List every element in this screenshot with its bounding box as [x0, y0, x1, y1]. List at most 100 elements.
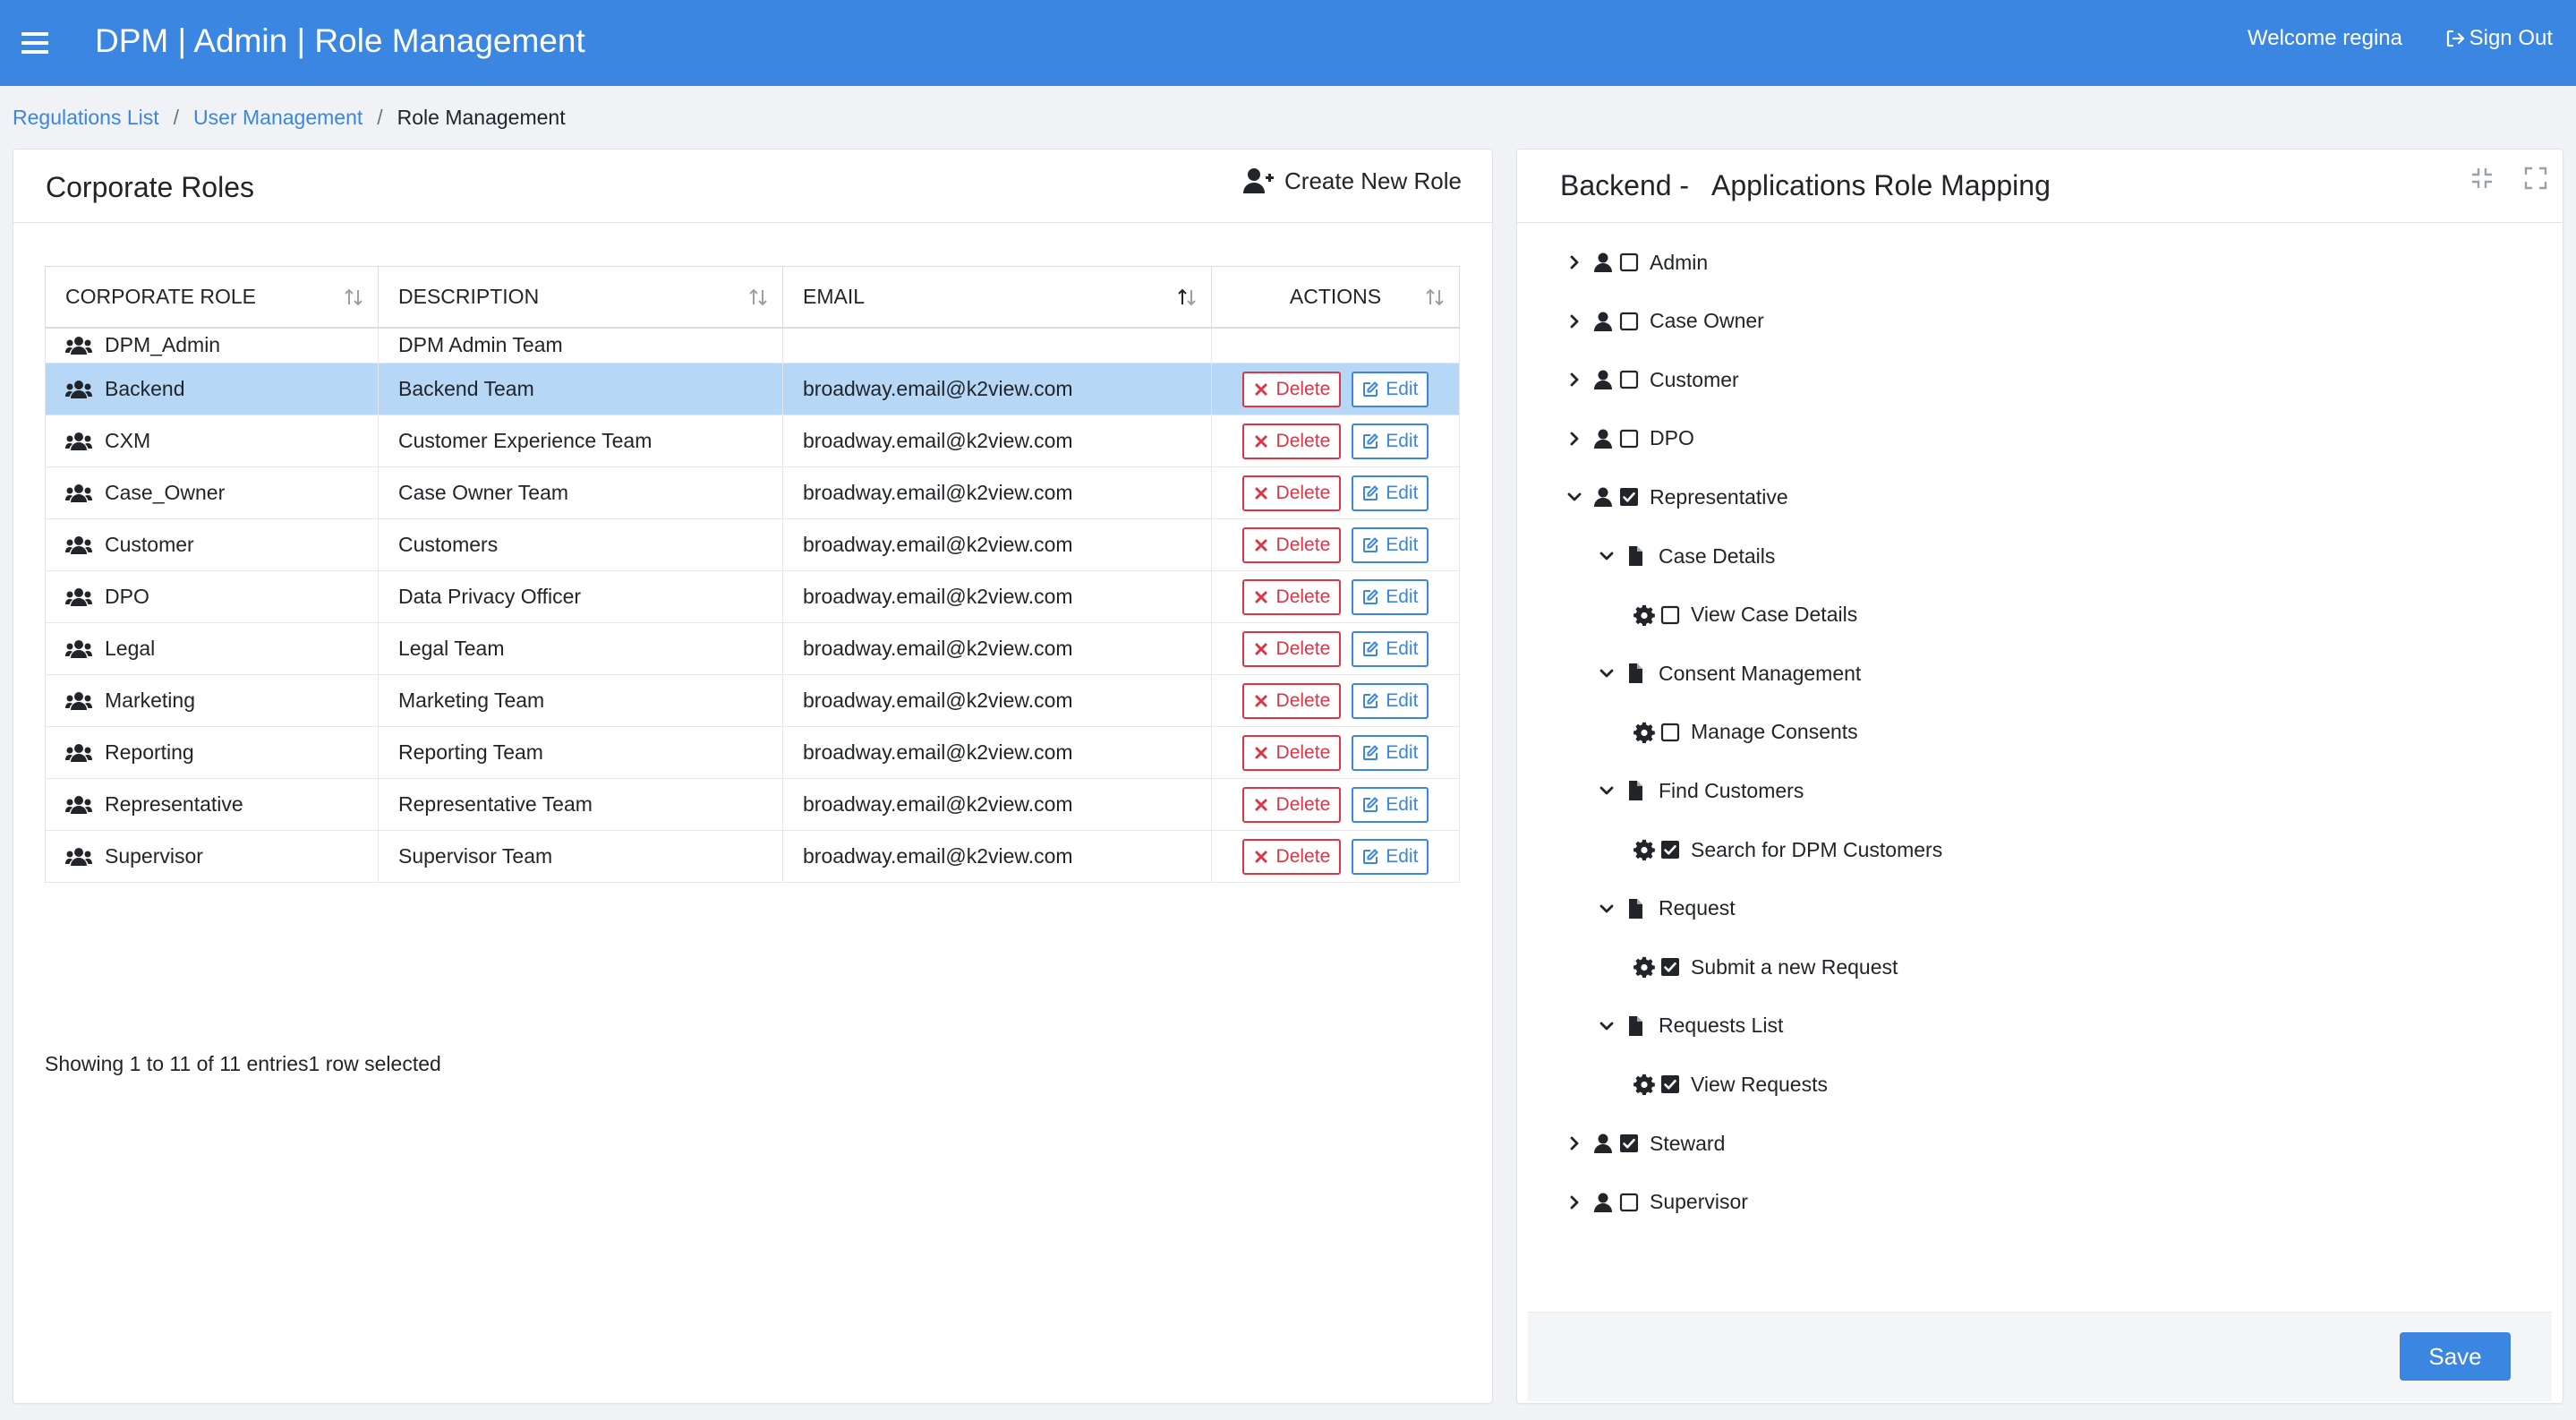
- cell-description: Legal Team: [378, 622, 783, 675]
- collapse-icon[interactable]: [2469, 166, 2495, 191]
- chevron-down-icon[interactable]: [1565, 488, 1583, 506]
- chevron-right-icon[interactable]: [1565, 253, 1583, 271]
- user-icon: [1594, 487, 1612, 508]
- table-row[interactable]: Backend Backend Team broadway.email@k2view…: [45, 363, 1460, 415]
- tree-node[interactable]: View Case Details: [1633, 597, 1857, 633]
- table-row[interactable]: Reporting Reporting Team broadway.email@k2…: [45, 726, 1460, 779]
- chevron-down-icon[interactable]: [1598, 547, 1616, 565]
- edit-button[interactable]: Edit: [1352, 734, 1429, 771]
- delete-button[interactable]: Delete: [1241, 786, 1342, 823]
- tree-node[interactable]: Steward: [1565, 1125, 1725, 1161]
- checkbox-checked-icon[interactable]: [1619, 1133, 1639, 1153]
- tree-node[interactable]: Search for DPM Customers: [1633, 832, 1942, 868]
- edit-button[interactable]: Edit: [1352, 630, 1429, 667]
- edit-button[interactable]: Edit: [1352, 838, 1429, 875]
- table-row[interactable]: Representative Representative Team broadwa…: [45, 778, 1460, 831]
- tree-node[interactable]: Customer: [1565, 362, 1739, 398]
- table-row[interactable]: DPO Data Privacy Officer broadway.email@k2…: [45, 570, 1460, 623]
- table-row[interactable]: DPM_Admin DPM Admin Team: [45, 327, 1460, 364]
- delete-button[interactable]: Delete: [1241, 526, 1342, 563]
- cell-role: DPM_Admin: [45, 327, 379, 364]
- cell-email: broadway.email@k2view.com: [782, 622, 1212, 675]
- expand-icon[interactable]: [2523, 166, 2548, 191]
- tree-node[interactable]: Supervisor: [1565, 1185, 1748, 1220]
- chevron-down-icon[interactable]: [1598, 900, 1616, 918]
- chevron-right-icon[interactable]: [1565, 312, 1583, 330]
- cell-email: broadway.email@k2view.com: [782, 570, 1212, 623]
- app-title: DPM | Admin | Role Management: [95, 22, 585, 59]
- column-header-corporate-role[interactable]: CORPORATE ROLE: [45, 266, 379, 329]
- table-row[interactable]: Case_Owner Case Owner Team broadway.email@…: [45, 466, 1460, 519]
- edit-icon: [1363, 640, 1379, 656]
- tree-node[interactable]: Find Customers: [1598, 773, 1804, 808]
- chevron-down-icon[interactable]: [1598, 782, 1616, 800]
- breadcrumb-user-management[interactable]: User Management: [193, 104, 363, 131]
- table-info: Showing 1 to 11 of 11 entries1 row selec…: [45, 1052, 441, 1075]
- tree-node[interactable]: Case Details: [1598, 538, 1775, 574]
- edit-button[interactable]: Edit: [1352, 682, 1429, 719]
- checkbox-unchecked-icon[interactable]: [1619, 429, 1639, 449]
- checkbox-unchecked-icon[interactable]: [1660, 723, 1680, 742]
- table-row[interactable]: Supervisor Supervisor Team broadway.email@…: [45, 830, 1460, 883]
- delete-button[interactable]: Delete: [1241, 371, 1342, 407]
- tree-node[interactable]: Consent Management: [1598, 655, 1861, 691]
- breadcrumb-regulations-list[interactable]: Regulations List: [13, 104, 159, 131]
- checkbox-unchecked-icon[interactable]: [1619, 312, 1639, 331]
- table-row[interactable]: Customer Customers broadway.email@k2view.c…: [45, 518, 1460, 571]
- chevron-right-icon[interactable]: [1565, 1193, 1583, 1211]
- tree-node[interactable]: Manage Consents: [1633, 714, 1858, 750]
- chevron-right-icon[interactable]: [1565, 1134, 1583, 1152]
- table-row[interactable]: CXM Customer Experience Team broadway.emai…: [45, 415, 1460, 467]
- edit-icon: [1363, 848, 1379, 864]
- tree-node[interactable]: Submit a new Request: [1633, 949, 1898, 985]
- cell-actions: Delete Edit: [1211, 415, 1460, 467]
- tree-node[interactable]: Requests List: [1598, 1008, 1783, 1044]
- sign-out-button[interactable]: Sign Out: [2444, 25, 2553, 52]
- cell-actions: Delete Edit: [1211, 363, 1460, 415]
- checkbox-checked-icon[interactable]: [1619, 487, 1639, 507]
- edit-button[interactable]: Edit: [1352, 526, 1429, 563]
- chevron-right-icon[interactable]: [1565, 371, 1583, 389]
- edit-button[interactable]: Edit: [1352, 786, 1429, 823]
- checkbox-checked-icon[interactable]: [1660, 957, 1680, 977]
- checkbox-unchecked-icon[interactable]: [1619, 370, 1639, 389]
- delete-button[interactable]: Delete: [1241, 734, 1342, 771]
- sort-ascending-icon: [1178, 288, 1196, 306]
- tree-node[interactable]: Admin: [1565, 244, 1708, 280]
- user-icon: [1594, 1193, 1612, 1212]
- column-header-description[interactable]: DESCRIPTION: [378, 266, 783, 329]
- delete-button[interactable]: Delete: [1241, 838, 1342, 875]
- table-row[interactable]: Marketing Marketing Team broadway.email@k2…: [45, 674, 1460, 727]
- chevron-right-icon[interactable]: [1565, 430, 1583, 448]
- tree-node[interactable]: Representative: [1565, 479, 1788, 515]
- edit-button[interactable]: Edit: [1352, 423, 1429, 459]
- delete-button[interactable]: Delete: [1241, 630, 1342, 667]
- checkbox-checked-icon[interactable]: [1660, 840, 1680, 860]
- checkbox-checked-icon[interactable]: [1660, 1074, 1680, 1094]
- tree-node-label: Requests List: [1659, 1014, 1784, 1038]
- delete-button[interactable]: Delete: [1241, 578, 1342, 615]
- table-row[interactable]: Legal Legal Team broadway.email@k2view.com…: [45, 622, 1460, 675]
- times-icon: [1255, 695, 1267, 706]
- checkbox-unchecked-icon[interactable]: [1619, 1193, 1639, 1212]
- save-button[interactable]: Save: [2400, 1332, 2511, 1381]
- menu-icon[interactable]: [21, 27, 48, 59]
- column-header-email[interactable]: EMAIL: [782, 266, 1212, 329]
- edit-button[interactable]: Edit: [1352, 371, 1429, 407]
- delete-button[interactable]: Delete: [1241, 423, 1342, 459]
- tree-node[interactable]: View Requests: [1633, 1066, 1828, 1102]
- chevron-down-icon[interactable]: [1598, 1017, 1616, 1035]
- create-new-role-button[interactable]: Create New Role: [1243, 166, 1462, 196]
- cell-description: Representative Team: [378, 778, 783, 831]
- column-header-actions[interactable]: ACTIONS: [1211, 266, 1460, 329]
- delete-button[interactable]: Delete: [1241, 475, 1342, 511]
- delete-button[interactable]: Delete: [1241, 682, 1342, 719]
- tree-node[interactable]: Case Owner: [1565, 304, 1764, 339]
- chevron-down-icon[interactable]: [1598, 664, 1616, 682]
- edit-button[interactable]: Edit: [1352, 578, 1429, 615]
- tree-node[interactable]: DPO: [1565, 421, 1694, 457]
- edit-button[interactable]: Edit: [1352, 475, 1429, 511]
- tree-node[interactable]: Request: [1598, 891, 1736, 927]
- checkbox-unchecked-icon[interactable]: [1660, 605, 1680, 625]
- checkbox-unchecked-icon[interactable]: [1619, 252, 1639, 272]
